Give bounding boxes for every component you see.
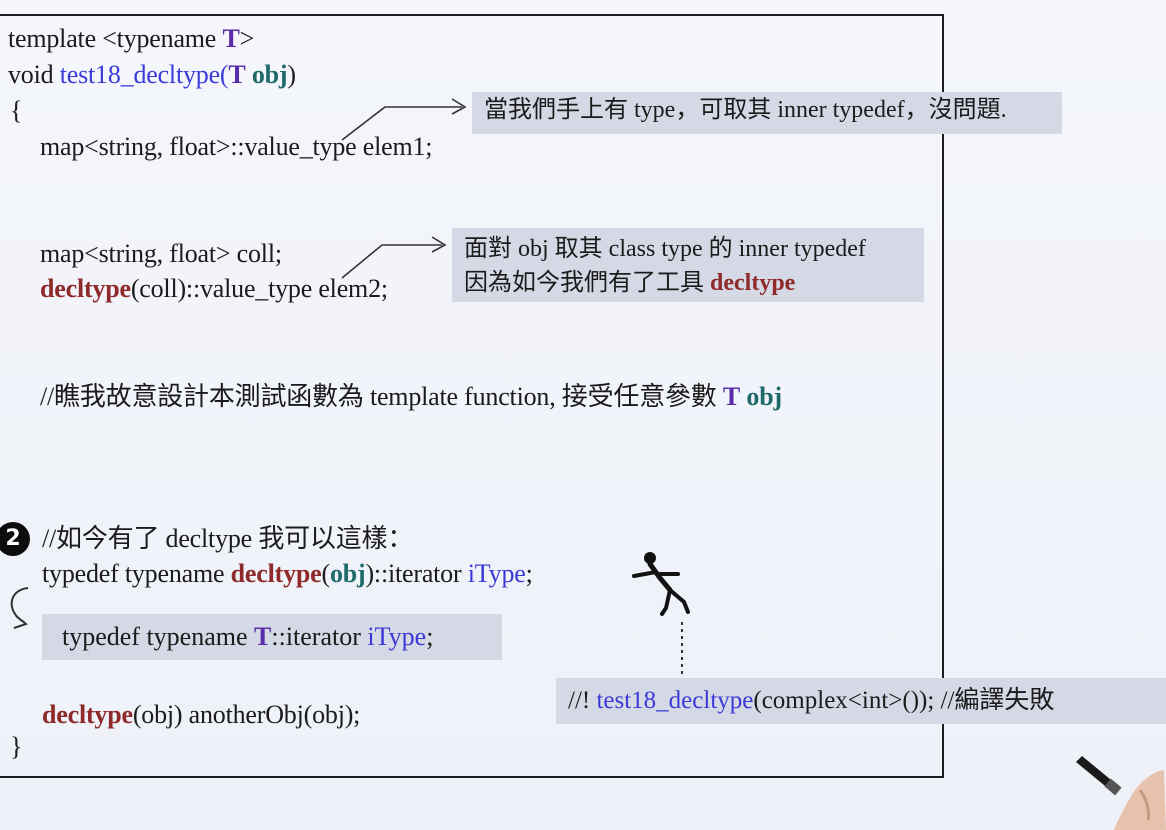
stick-figure-icon [632,552,690,616]
annotation-arrows [341,98,683,676]
presenter-hand-image [1076,756,1166,830]
arrow-icon [341,98,467,141]
arrow-icon [341,236,447,279]
